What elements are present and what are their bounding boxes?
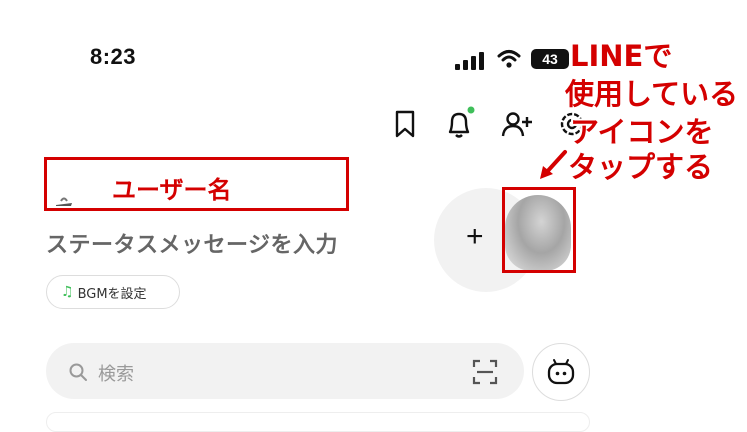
content-card (46, 412, 590, 432)
annotation-line-1: LINEで (570, 39, 673, 73)
annotation-line-4: タップする (568, 150, 714, 184)
status-message-input[interactable]: ステータスメッセージを入力 (46, 227, 338, 259)
qr-scan-icon[interactable] (472, 359, 498, 385)
music-note-icon: ♫ (61, 284, 74, 300)
avatar-highlight-box (502, 187, 576, 273)
bgm-setting-button[interactable]: ♫ BGMを設定 (46, 275, 180, 309)
username-label: ユーザー名 (112, 176, 232, 204)
bell-icon[interactable] (443, 106, 475, 142)
annotation-line-2: 使用している (565, 77, 739, 111)
status-time: 8:23 (90, 44, 137, 69)
chatbot-icon (547, 359, 575, 385)
bookmark-icon[interactable] (389, 106, 421, 142)
search-icon (69, 363, 87, 381)
plus-icon[interactable]: + (466, 220, 484, 254)
bgm-setting-label: BGMを設定 (77, 286, 147, 302)
battery-indicator: 43 (531, 49, 569, 69)
add-friend-icon[interactable] (500, 106, 532, 142)
cellular-signal-icon (455, 52, 484, 70)
annotation-line-3: アイコンを (570, 115, 714, 149)
search-placeholder[interactable]: 検索 (98, 360, 134, 386)
wifi-icon (497, 50, 521, 68)
annotation-arrow-icon (540, 150, 567, 179)
